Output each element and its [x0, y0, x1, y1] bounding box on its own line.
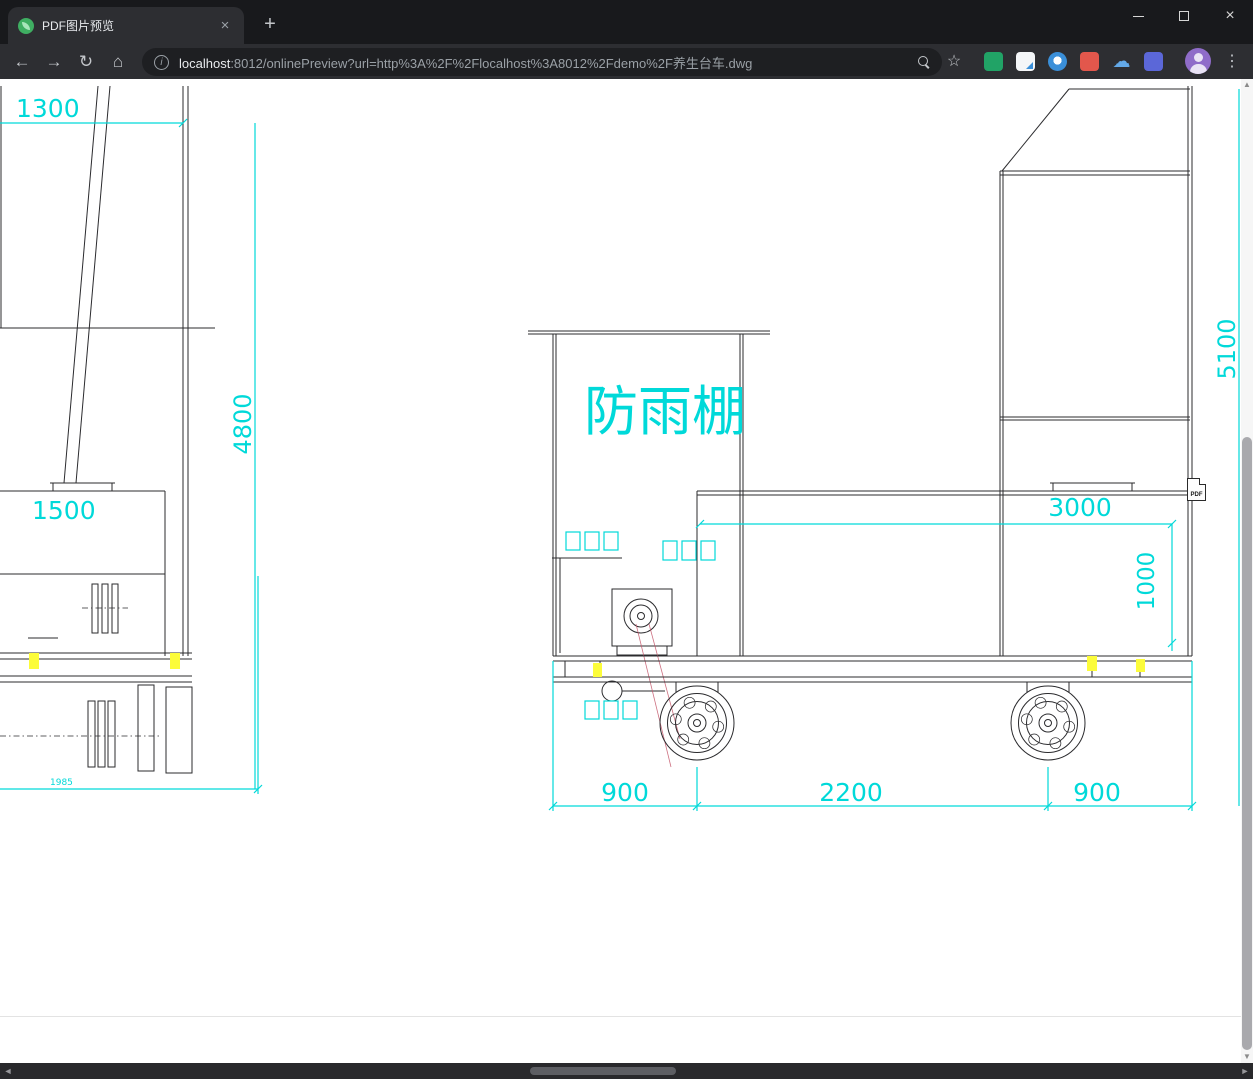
extension-cloud-icon[interactable]: ☁: [1112, 52, 1131, 71]
shelter-text: 防雨棚: [584, 380, 746, 443]
address-bar[interactable]: i localhost:8012/onlinePreview?url=http%…: [142, 48, 942, 76]
scroll-down-icon[interactable]: ▼: [1241, 1051, 1253, 1063]
pdf-file-badge[interactable]: PDF: [1187, 478, 1206, 501]
wheel-left: [659, 685, 735, 761]
bookmark-star-icon[interactable]: ☆: [941, 48, 967, 76]
dim-label-3000: 3000: [1048, 493, 1112, 522]
window-close-button[interactable]: ×: [1207, 0, 1253, 32]
new-tab-button[interactable]: +: [258, 12, 282, 36]
forward-button[interactable]: →: [40, 48, 68, 76]
dim-label-1500: 1500: [32, 496, 96, 525]
dim-label-small: 1985: [50, 778, 73, 788]
vertical-scroll-thumb[interactable]: [1242, 437, 1252, 1050]
right-elevation-view: [696, 86, 1193, 656]
dwg-preview-page: 1300 4800 1500 1985 防雨棚 3000 1000 5100 9…: [0, 79, 1253, 1063]
browser-tab[interactable]: PDF图片预览 ×: [8, 7, 244, 44]
vertical-scrollbar[interactable]: ▲ ▼: [1241, 79, 1253, 1063]
back-button[interactable]: ←: [8, 48, 36, 76]
page-separator: [0, 1016, 1241, 1017]
dim-label-4800: 4800: [229, 393, 257, 454]
dim-label-1000: 1000: [1134, 552, 1160, 611]
browser-menu-icon[interactable]: ⋮: [1221, 48, 1243, 76]
url-text[interactable]: localhost:8012/onlinePreview?url=http%3A…: [179, 53, 910, 72]
extension-blue-circle-icon[interactable]: [1048, 52, 1067, 71]
profile-avatar[interactable]: [1185, 48, 1211, 74]
tab-close-icon[interactable]: ×: [216, 17, 234, 34]
horizontal-scroll-thumb[interactable]: [530, 1067, 676, 1075]
maximize-icon: [1179, 11, 1189, 21]
dim-label-2200: 2200: [819, 778, 883, 807]
left-view-dimensions: 1300 4800 1500 1985: [0, 94, 263, 794]
window-maximize-button[interactable]: [1161, 0, 1207, 32]
cad-drawing: 1300 4800 1500 1985 防雨棚 3000 1000 5100 9…: [0, 85, 1241, 811]
extension-red-icon[interactable]: [1080, 52, 1099, 71]
page-info-icon[interactable]: i: [154, 54, 169, 70]
browser-titlebar: PDF图片预览 × + ×: [0, 0, 1253, 44]
scroll-left-icon[interactable]: ◄: [0, 1063, 16, 1079]
url-host: localhost: [179, 55, 231, 71]
left-elevation-view: [0, 85, 215, 774]
dim-label-900-right: 900: [1073, 778, 1121, 807]
highlight-marks: [29, 653, 1145, 677]
extension-translate-icon[interactable]: [1016, 52, 1035, 71]
scroll-up-icon[interactable]: ▲: [1241, 79, 1253, 91]
reload-button[interactable]: ↻: [72, 48, 100, 76]
horizontal-scrollbar[interactable]: ◄ ►: [0, 1063, 1253, 1079]
bottom-dimensions: 900 2200 900: [548, 661, 1197, 811]
favicon-leaf-icon: [18, 17, 34, 34]
zoom-search-icon[interactable]: [918, 56, 930, 68]
scroll-right-icon[interactable]: ►: [1237, 1063, 1253, 1079]
home-button[interactable]: ⌂: [104, 48, 132, 76]
shelter-label: 防雨棚: [584, 380, 746, 443]
browser-toolbar: ← → ↻ ⌂ i localhost:8012/onlinePreview?u…: [0, 44, 1253, 79]
extension-green-icon[interactable]: [984, 52, 1003, 71]
pdf-badge-label: PDF: [1190, 492, 1203, 498]
dim-label-900-left: 900: [601, 778, 649, 807]
minimize-icon: [1132, 15, 1144, 17]
window-controls: ×: [1115, 0, 1253, 32]
dim-label-1300: 1300: [16, 94, 80, 123]
tab-title: PDF图片预览: [42, 19, 115, 33]
right-view-dimensions: 3000 1000 5100: [695, 89, 1241, 806]
url-path: :8012/onlinePreview?url=http%3A%2F%2Floc…: [230, 55, 753, 71]
window-minimize-button[interactable]: [1115, 0, 1161, 32]
dim-label-5100: 5100: [1213, 318, 1241, 379]
extension-indigo-icon[interactable]: [1144, 52, 1163, 71]
wheel-right: [1010, 685, 1086, 761]
